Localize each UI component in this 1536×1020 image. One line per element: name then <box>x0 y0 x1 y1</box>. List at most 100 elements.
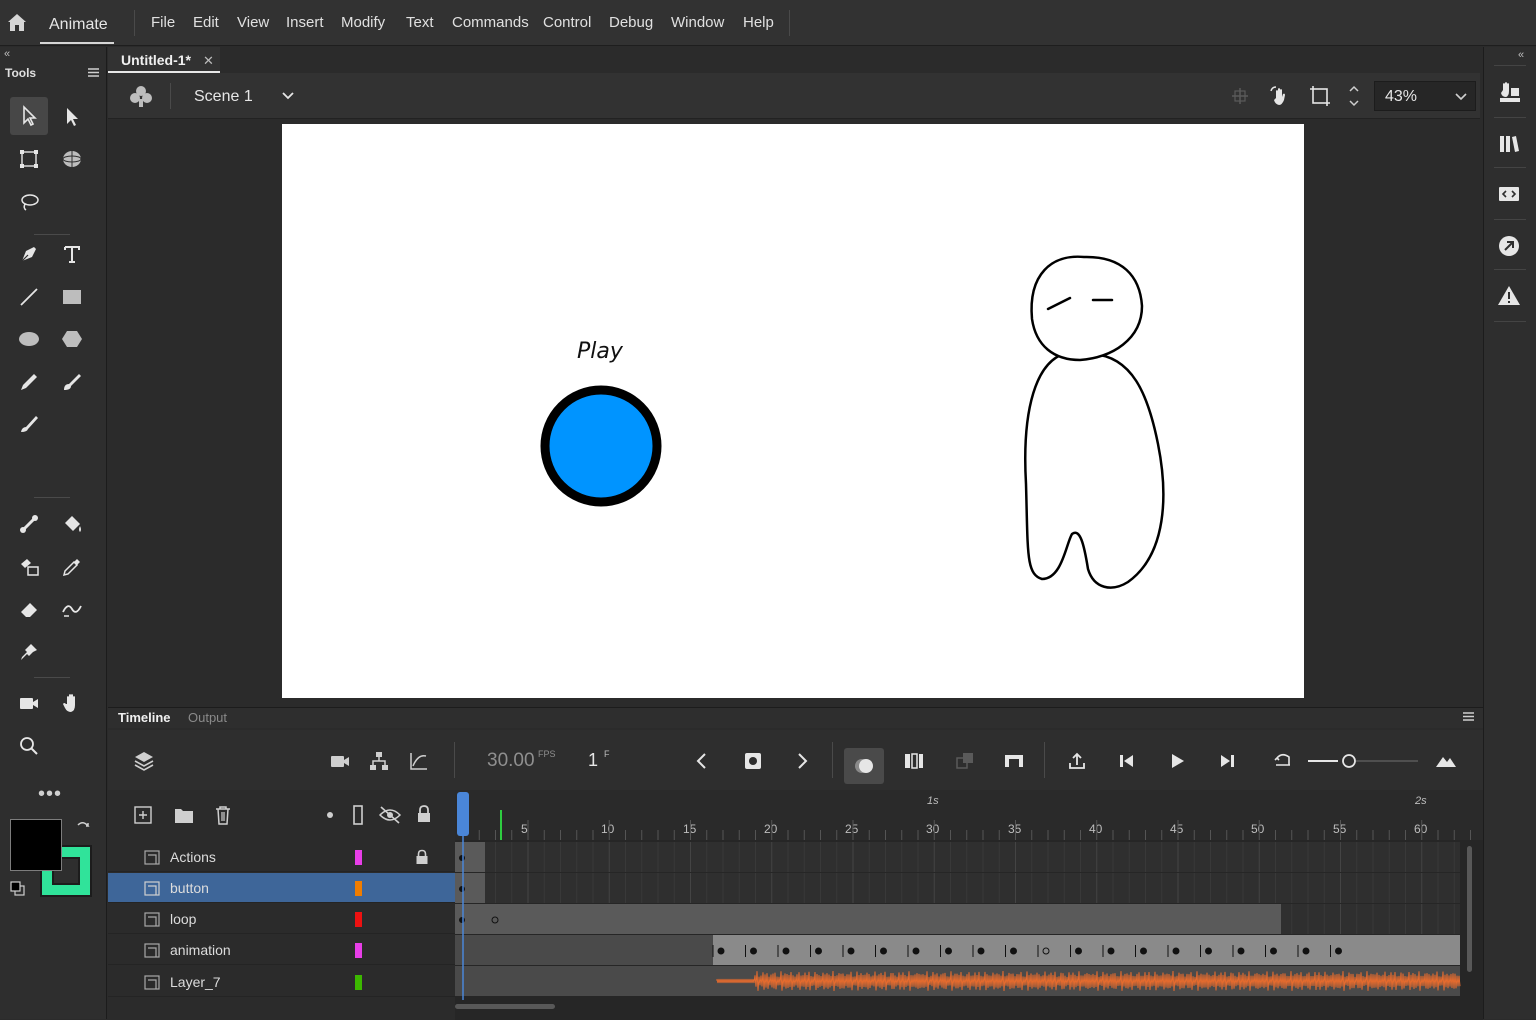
motion-presets-button[interactable] <box>1496 233 1522 259</box>
ink-bottle-tool[interactable] <box>14 552 44 582</box>
fill-color-swatch[interactable] <box>10 819 62 871</box>
next-keyframe-button[interactable] <box>789 748 815 774</box>
layer-color-swatch[interactable] <box>355 850 362 865</box>
frame-size-slider[interactable] <box>1308 752 1422 770</box>
menu-text[interactable]: Text <box>406 14 434 31</box>
menu-view[interactable]: View <box>237 14 269 31</box>
insert-classic-tween-button[interactable] <box>1001 748 1027 774</box>
pencil-tool[interactable] <box>14 367 44 397</box>
text-tool[interactable] <box>57 239 87 269</box>
layer-color-swatch[interactable] <box>355 975 362 990</box>
graph-editor-button[interactable] <box>406 748 432 774</box>
hide-layers-icon[interactable] <box>378 805 402 825</box>
create-tween-button[interactable] <box>952 748 978 774</box>
layers-button[interactable] <box>131 748 157 774</box>
tab-output[interactable]: Output <box>188 710 227 725</box>
new-folder-icon[interactable] <box>174 806 194 824</box>
polystar-tool[interactable] <box>57 324 87 354</box>
zoom-tool[interactable] <box>14 731 44 761</box>
layer-color-swatch[interactable] <box>355 912 362 927</box>
current-frame-value[interactable]: 1 <box>588 750 598 771</box>
warnings-button[interactable] <box>1496 283 1522 309</box>
edit-scene-icon[interactable] <box>128 83 154 109</box>
hand-tool[interactable] <box>57 688 87 718</box>
swap-colors-icon[interactable] <box>75 820 91 836</box>
pen-tool[interactable] <box>14 239 44 269</box>
layer-color-swatch[interactable] <box>355 881 362 896</box>
collapse-panel-icon[interactable]: « <box>1518 49 1524 61</box>
layer-parenting-button[interactable] <box>366 748 392 774</box>
character-figure[interactable] <box>1024 255 1165 589</box>
properties-panel-button[interactable] <box>1496 79 1522 105</box>
step-forward-button[interactable] <box>1214 748 1240 774</box>
zoom-stepper-icon[interactable] <box>1347 82 1361 110</box>
menu-modify[interactable]: Modify <box>341 14 385 31</box>
new-layer-icon[interactable] <box>134 806 152 824</box>
eyedropper-tool[interactable] <box>57 552 87 582</box>
edit-multiple-frames-button[interactable] <box>901 748 927 774</box>
bone-tool[interactable] <box>14 509 44 539</box>
tab-timeline[interactable]: Timeline <box>118 710 171 725</box>
menu-file[interactable]: File <box>151 14 175 31</box>
width-tool[interactable] <box>57 594 87 624</box>
clip-content-icon[interactable] <box>1308 84 1332 108</box>
paint-bucket-tool[interactable] <box>57 509 87 539</box>
stage-canvas[interactable]: Play <box>282 124 1304 698</box>
layer-color-swatch[interactable] <box>355 943 362 958</box>
more-tools-button[interactable]: ••• <box>38 783 62 806</box>
outline-mode-icon[interactable] <box>352 804 364 826</box>
zoom-timeline-button[interactable] <box>1433 748 1459 774</box>
menu-debug[interactable]: Debug <box>609 14 653 31</box>
menu-help[interactable]: Help <box>743 14 774 31</box>
layer-row-animation[interactable]: animation <box>108 935 455 965</box>
lock-layers-icon[interactable] <box>416 804 432 824</box>
zoom-field[interactable]: 43% <box>1374 81 1476 111</box>
brush-tool[interactable] <box>57 367 87 397</box>
add-camera-button[interactable] <box>327 748 353 774</box>
menu-control[interactable]: Control <box>543 14 591 31</box>
trash-icon[interactable] <box>214 805 232 825</box>
layer-row-layer-7[interactable]: Layer_7 <box>108 967 455 997</box>
rotate-stage-icon[interactable] <box>1268 84 1292 108</box>
close-icon[interactable]: ✕ <box>203 53 214 69</box>
layer-row-button[interactable]: button <box>108 873 455 903</box>
code-snippets-button[interactable] <box>1496 181 1522 207</box>
default-colors-icon[interactable] <box>10 881 26 897</box>
panel-menu-icon[interactable] <box>88 68 99 77</box>
app-name-tab[interactable]: Animate <box>49 16 108 34</box>
3d-rotation-tool[interactable] <box>57 144 87 174</box>
oval-tool[interactable] <box>14 324 44 354</box>
step-back-button[interactable] <box>1114 748 1140 774</box>
subselection-tool[interactable] <box>57 102 87 132</box>
rectangle-tool[interactable] <box>57 282 87 312</box>
menu-commands[interactable]: Commands <box>452 14 529 31</box>
onion-skin-button[interactable] <box>844 748 884 784</box>
lasso-tool[interactable] <box>14 187 44 217</box>
collapse-panel-icon[interactable]: « <box>4 48 10 60</box>
library-panel-button[interactable] <box>1496 131 1522 157</box>
fps-value[interactable]: 30.00 <box>487 750 535 772</box>
insert-keyframe-button[interactable] <box>740 748 766 774</box>
camera-tool[interactable] <box>14 688 44 718</box>
previous-keyframe-button[interactable] <box>689 748 715 774</box>
paint-brush-tool[interactable] <box>14 409 44 439</box>
menu-edit[interactable]: Edit <box>193 14 219 31</box>
snap-icon[interactable] <box>1228 84 1252 108</box>
document-tab[interactable]: Untitled-1* ✕ <box>108 47 220 73</box>
home-icon[interactable] <box>6 11 28 33</box>
menu-insert[interactable]: Insert <box>286 14 324 31</box>
lock-icon[interactable] <box>415 849 429 865</box>
chevron-down-icon[interactable] <box>280 87 296 103</box>
pin-tool[interactable] <box>14 637 44 667</box>
play-button[interactable] <box>1164 748 1190 774</box>
free-transform-tool[interactable] <box>14 144 44 174</box>
timeline-horizontal-scrollbar[interactable] <box>455 1004 555 1009</box>
loop-playback-button[interactable] <box>1064 748 1090 774</box>
chevron-down-icon[interactable] <box>1453 88 1469 104</box>
line-tool[interactable] <box>14 282 44 312</box>
highlight-layers-icon[interactable] <box>327 812 333 818</box>
eraser-tool[interactable] <box>14 594 44 624</box>
fit-timeline-button[interactable] <box>1270 748 1296 774</box>
frame-grid[interactable] <box>455 790 1483 1020</box>
layer-row-loop[interactable]: loop <box>108 904 455 934</box>
